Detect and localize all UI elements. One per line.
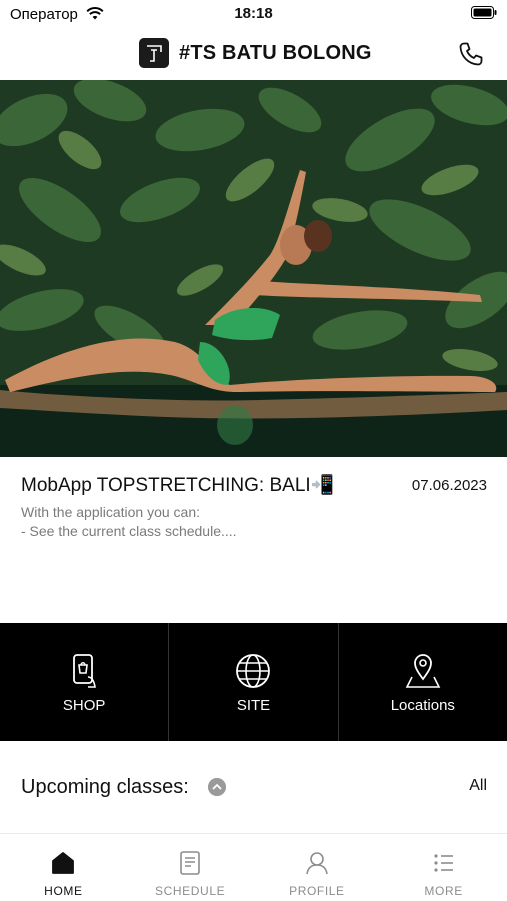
all-classes-link[interactable]: All xyxy=(469,777,487,795)
tab-bar: HOME SCHEDULE PROFILE MORE xyxy=(0,833,507,901)
site-label: SITE xyxy=(236,697,271,714)
tab-home[interactable]: HOME xyxy=(0,834,127,901)
news-preview: With the application you can: - See the … xyxy=(21,504,237,539)
tab-profile[interactable]: PROFILE xyxy=(254,834,381,901)
section-title: Upcoming classes: xyxy=(21,776,189,798)
map-pin-icon xyxy=(405,654,441,688)
site-button[interactable]: SITE xyxy=(169,623,339,741)
locations-button[interactable]: Locations xyxy=(339,623,507,741)
quick-links-bar: SHOP SITE Locations xyxy=(0,623,507,741)
tab-schedule-label: SCHEDULE xyxy=(155,884,226,898)
news-title: MobApp TOPSTRETCHING: BALI📲 xyxy=(21,475,335,496)
profile-icon xyxy=(306,852,328,875)
globe-icon xyxy=(236,654,271,688)
more-list-icon xyxy=(434,854,453,872)
status-bar: Оператор 18:18 xyxy=(0,0,507,28)
ts-logo-icon xyxy=(139,38,169,68)
tab-home-label: HOME xyxy=(44,884,83,898)
shop-label: SHOP xyxy=(62,697,106,714)
phone-shop-icon xyxy=(73,654,97,688)
page-title: #TS BATU BOLONG xyxy=(179,42,372,64)
battery-icon xyxy=(471,6,497,19)
tab-more-label: MORE xyxy=(424,884,463,898)
tab-more[interactable]: MORE xyxy=(380,834,507,901)
hero-photo xyxy=(0,80,507,457)
news-date: 07.06.2023 xyxy=(411,477,487,494)
shop-button[interactable]: SHOP xyxy=(0,623,170,741)
chevron-up-icon[interactable] xyxy=(208,778,226,796)
app-header: #TS BATU BOLONG xyxy=(0,28,507,80)
locations-label: Locations xyxy=(390,697,455,714)
clock: 18:18 xyxy=(234,5,273,22)
news-hero-image[interactable] xyxy=(0,80,507,457)
phone-icon[interactable] xyxy=(457,40,485,68)
tab-schedule[interactable]: SCHEDULE xyxy=(127,834,254,901)
tab-profile-label: PROFILE xyxy=(289,884,345,898)
schedule-icon xyxy=(180,851,200,875)
news-card[interactable]: MobApp TOPSTRETCHING: BALI📲 07.06.2023 W… xyxy=(0,457,507,623)
upcoming-classes-section: Upcoming classes: All xyxy=(0,741,507,833)
home-icon xyxy=(52,852,75,874)
